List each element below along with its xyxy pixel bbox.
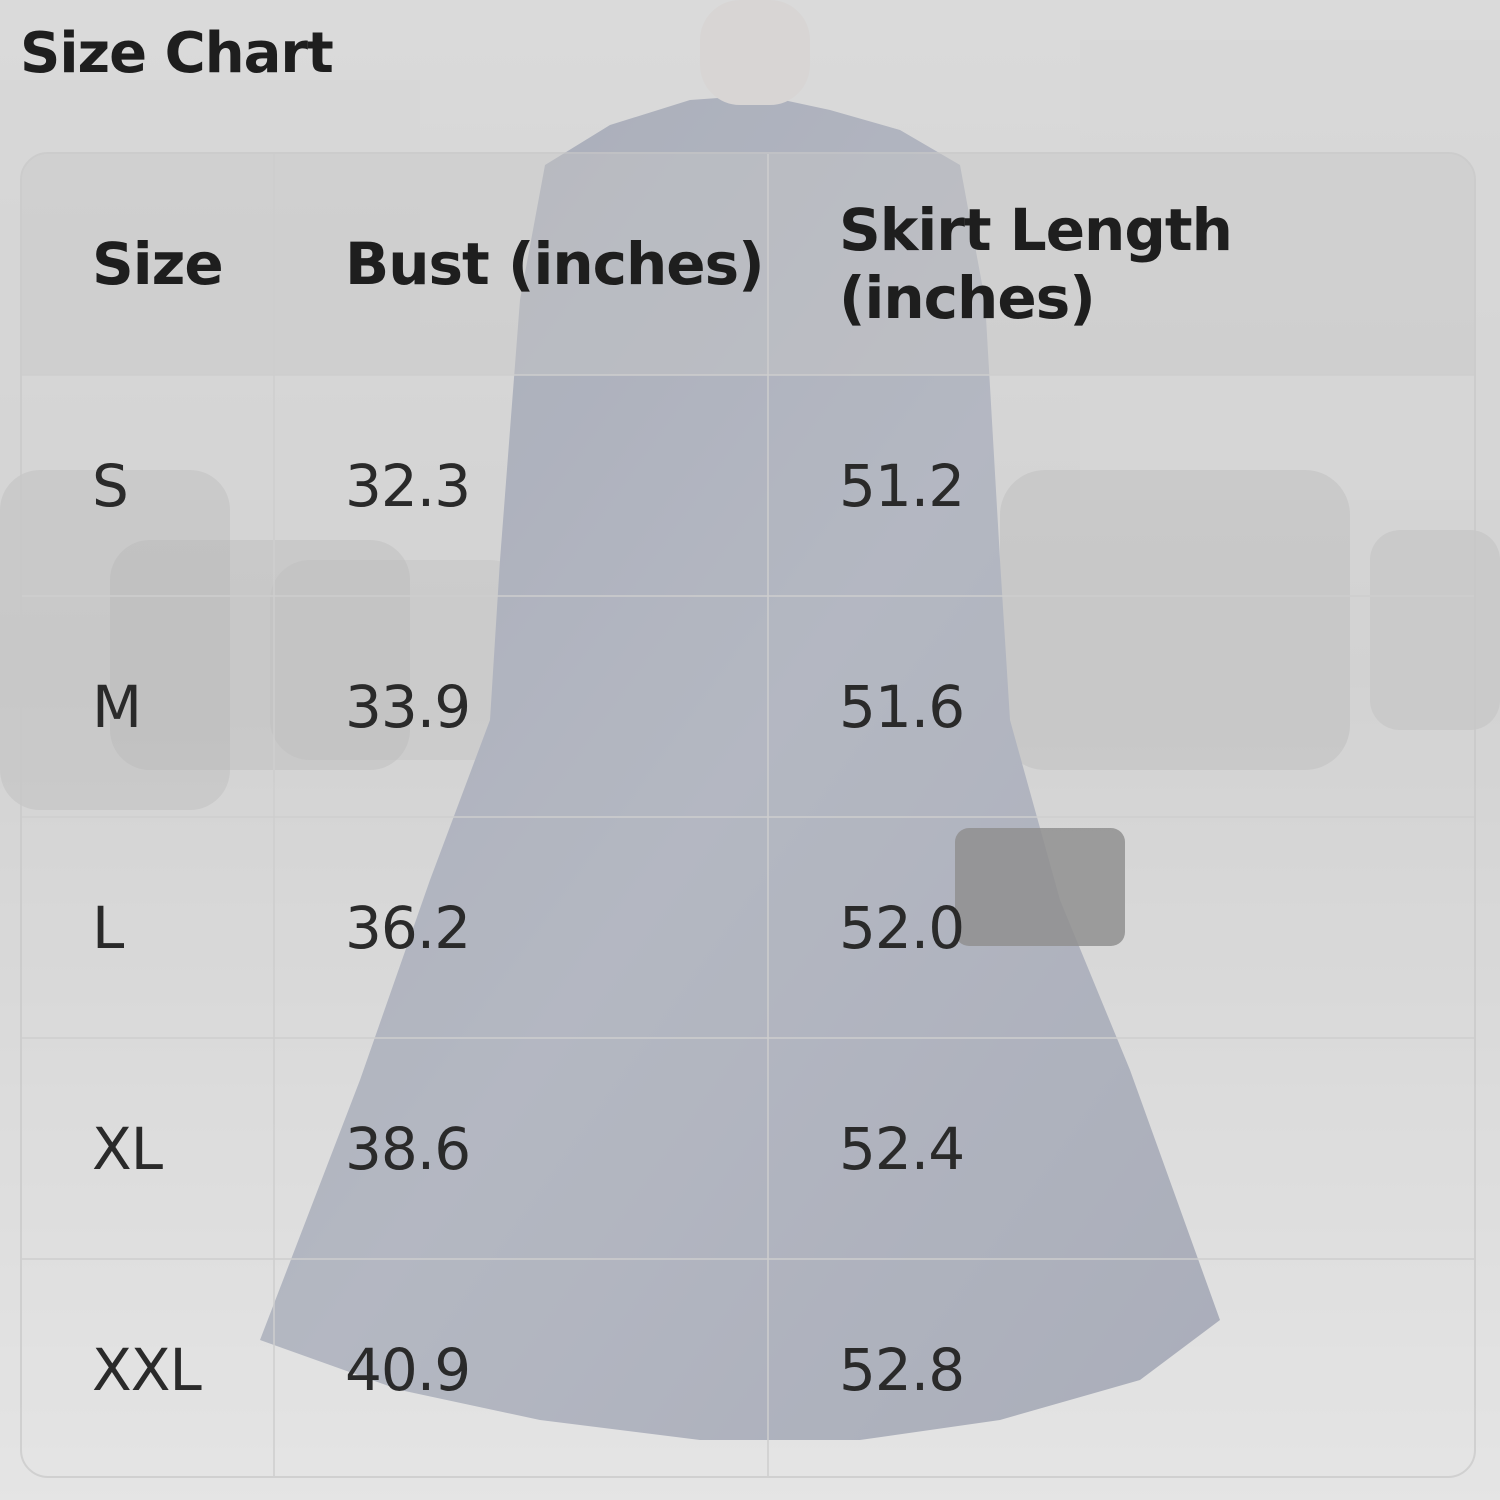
page-title: Size Chart [20, 21, 334, 86]
cell-size: XL [22, 1037, 275, 1260]
cell-skirt-length: 52.0 [767, 816, 1474, 1039]
cell-size: M [22, 595, 275, 818]
cell-bust: 36.2 [273, 816, 769, 1039]
cell-skirt-length: 52.8 [767, 1258, 1474, 1476]
table-row: M 33.9 51.6 [22, 595, 1474, 818]
table-row: XL 38.6 52.4 [22, 1037, 1474, 1260]
cell-skirt-length: 52.4 [767, 1037, 1474, 1260]
cell-size: S [22, 374, 275, 597]
table-row: L 36.2 52.0 [22, 816, 1474, 1039]
header-skirt-length: Skirt Length (inches) [767, 154, 1474, 376]
cell-skirt-length: 51.6 [767, 595, 1474, 818]
table-row: S 32.3 51.2 [22, 374, 1474, 597]
cell-bust: 32.3 [273, 374, 769, 597]
header-bust: Bust (inches) [273, 154, 769, 376]
cell-bust: 40.9 [273, 1258, 769, 1476]
size-table-container: Size Bust (inches) Skirt Length (inches)… [20, 152, 1476, 1478]
header-size: Size [22, 154, 275, 376]
cell-bust: 33.9 [273, 595, 769, 818]
cell-bust: 38.6 [273, 1037, 769, 1260]
table-row: XXL 40.9 52.8 [22, 1258, 1474, 1476]
cell-size: L [22, 816, 275, 1039]
cell-skirt-length: 51.2 [767, 374, 1474, 597]
size-chart-graphic: Size Chart Size Bust (inches) Skirt Leng… [0, 0, 1500, 1500]
cell-size: XXL [22, 1258, 275, 1476]
size-table: Size Bust (inches) Skirt Length (inches)… [22, 154, 1474, 1476]
table-header-row: Size Bust (inches) Skirt Length (inches) [22, 154, 1474, 376]
